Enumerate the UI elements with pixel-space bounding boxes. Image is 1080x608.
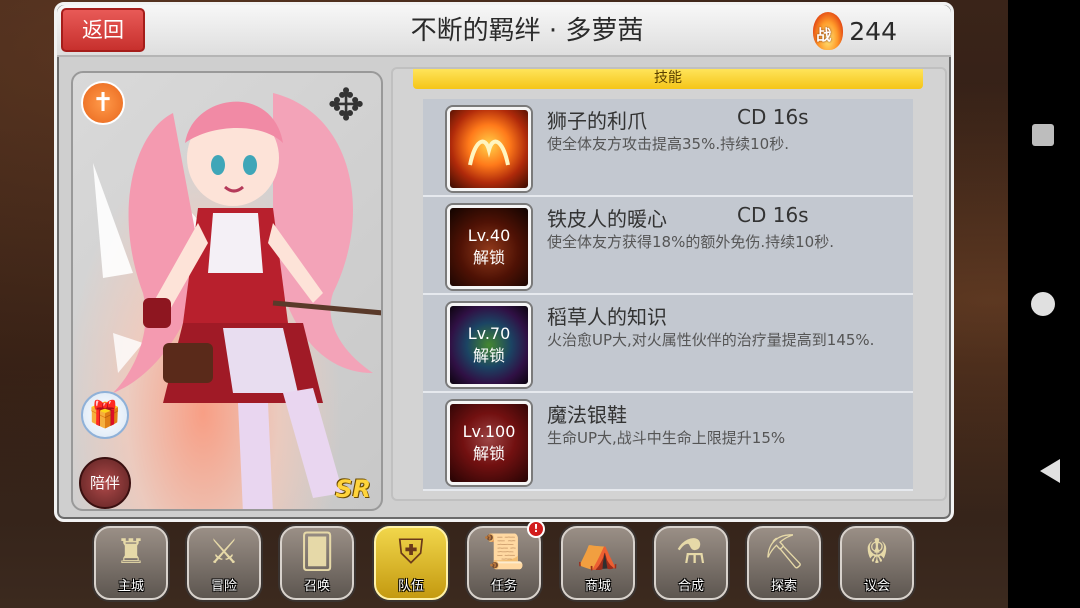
castle-icon: ♜	[115, 532, 147, 572]
skill-lock-overlay: Lv.70 解锁	[450, 306, 528, 384]
menu-label: 召唤	[303, 579, 330, 594]
skill-lock-overlay: Lv.100 解锁	[450, 404, 528, 482]
skill-cooldown: CD 16s	[737, 105, 809, 129]
menu-shop[interactable]: ⛺ 商城	[561, 526, 635, 600]
skill-list: 狮子的利爪 CD 16s 使全体友方攻击提高35%.持续10秒. Lv.40 解…	[423, 99, 913, 491]
back-button[interactable]: 返回	[61, 8, 145, 52]
scarecrow-knowledge-icon: Lv.70 解锁	[447, 303, 531, 387]
recent-apps-icon[interactable]	[1032, 124, 1054, 146]
menu-adventure[interactable]: ⚔ 冒险	[187, 526, 261, 600]
skills-panel: 技能 狮子的利爪 CD 16s 使全体友方攻击提高35%.持续10秒. Lv.4…	[391, 67, 947, 501]
skill-name: 狮子的利爪	[547, 109, 647, 133]
unlock-level: Lv.70	[467, 324, 511, 343]
system-nav-bar	[1008, 0, 1080, 608]
explore-icon: ⛏	[762, 532, 806, 572]
unlock-level: Lv.100	[462, 422, 516, 441]
combat-power: 战 244	[813, 11, 897, 51]
unlock-label: 解锁	[472, 248, 505, 267]
skill-row[interactable]: 狮子的利爪 CD 16s 使全体友方攻击提高35%.持续10秒.	[423, 99, 913, 197]
tin-heart-icon: Lv.40 解锁	[447, 205, 531, 289]
skill-name: 稻草人的知识	[547, 305, 667, 329]
menu-castle[interactable]: ♜ 主城	[94, 526, 168, 600]
menu-quest[interactable]: 📜 任务 !	[467, 520, 545, 600]
bottom-menu: ♜ 主城 ⚔ 冒险 🂠 召唤 ⛨ 队伍 📜 任务 ! ⛺ 商城 ⚗ 合成 ⛏ 探…	[94, 520, 924, 606]
menu-explore[interactable]: ⛏ 探索	[747, 526, 821, 600]
menu-label: 合成	[677, 579, 704, 594]
gift-icon[interactable]: 🎁	[81, 391, 129, 439]
home-icon[interactable]	[1031, 292, 1055, 316]
companion-button[interactable]: 陪伴	[79, 457, 131, 509]
menu-label: 探索	[770, 579, 797, 594]
menu-summon[interactable]: 🂠 召唤	[280, 526, 354, 600]
summon-card-icon: 🂠	[299, 532, 335, 572]
quest-alert-badge: !	[527, 520, 545, 538]
menu-label: 议会	[863, 579, 890, 594]
skill-row[interactable]: Lv.70 解锁 稻草人的知识 火治愈UP大,对火属性伙伴的治疗量提高到145%…	[423, 295, 913, 393]
quest-book-icon: 📜	[482, 532, 526, 572]
fire-icon: 战	[813, 12, 844, 50]
skill-description: 使全体友方获得18%的额外免伤.持续10秒.	[547, 233, 834, 251]
rank-badge: SR	[335, 475, 371, 503]
crossed-axes-icon: ⚔	[208, 532, 240, 572]
skill-row[interactable]: Lv.100 解锁 魔法银鞋 生命UP大,战斗中生命上限提升15%	[423, 393, 913, 491]
skill-name: 魔法银鞋	[547, 403, 627, 427]
council-icon: ☬	[864, 532, 890, 572]
skill-row[interactable]: Lv.40 解锁 铁皮人的暖心 CD 16s 使全体友方获得18%的额外免伤.持…	[423, 197, 913, 295]
power-value: 244	[849, 16, 897, 46]
lion-claw-icon	[447, 107, 531, 191]
character-illustration	[93, 93, 381, 509]
skills-header: 技能	[413, 69, 923, 89]
skill-lock-overlay: Lv.40 解锁	[450, 208, 528, 286]
menu-team[interactable]: ⛨ 队伍	[374, 526, 448, 600]
character-dialog: 返回 不断的羁绊 · 多萝茜 战 244 ✝ ✥ 🎁 陪伴 SR 技能 狮子的利…	[54, 2, 954, 522]
back-triangle-icon[interactable]	[1040, 459, 1060, 483]
menu-label: 冒险	[210, 579, 237, 594]
menu-label: 任务	[490, 579, 517, 594]
character-title: 不断的羁绊 · 多萝茜	[410, 16, 644, 46]
shop-icon: ⛺	[576, 532, 620, 572]
power-icon-label: 战	[816, 26, 832, 44]
menu-council[interactable]: ☬ 议会	[840, 526, 914, 600]
unlock-label: 解锁	[472, 346, 505, 365]
menu-synthesis[interactable]: ⚗ 合成	[654, 526, 728, 600]
menu-label: 队伍	[397, 579, 424, 594]
unlock-label: 解锁	[472, 444, 505, 463]
cross-class-icon: ✝	[81, 81, 125, 125]
element-sigil-icon: ✥	[327, 80, 365, 131]
menu-label: 主城	[117, 579, 144, 594]
silver-shoes-icon: Lv.100 解锁	[447, 401, 531, 485]
unlock-level: Lv.40	[467, 226, 511, 245]
title-bar: 返回 不断的羁绊 · 多萝茜 战 244	[57, 5, 951, 57]
skill-cooldown: CD 16s	[737, 203, 809, 227]
skill-description: 使全体友方攻击提高35%.持续10秒.	[547, 135, 789, 153]
menu-label: 商城	[584, 579, 611, 594]
team-crest-icon: ⛨	[398, 532, 424, 572]
skill-description: 生命UP大,战斗中生命上限提升15%	[547, 429, 786, 447]
synthesis-icon: ⚗	[675, 532, 707, 572]
skill-name: 铁皮人的暖心	[547, 207, 667, 231]
character-card: ✝ ✥ 🎁 陪伴 SR	[71, 71, 383, 511]
skill-description: 火治愈UP大,对火属性伙伴的治疗量提高到145%.	[547, 331, 875, 349]
